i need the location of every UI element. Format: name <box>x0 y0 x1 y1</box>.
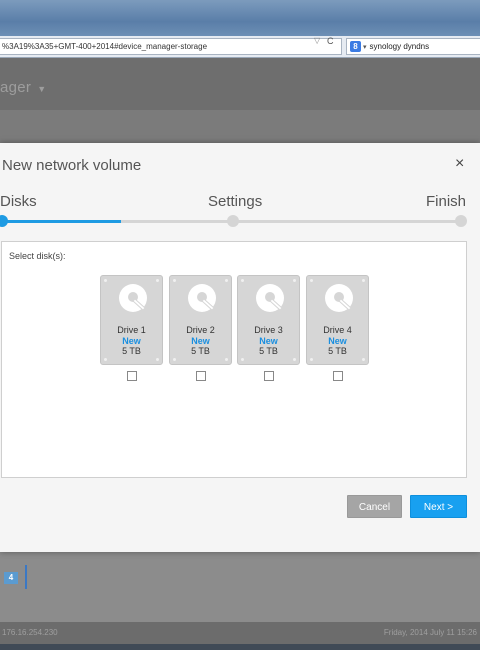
next-button[interactable]: Next > <box>410 495 467 518</box>
drive-2-checkbox[interactable] <box>196 371 206 381</box>
select-disks-label: Select disk(s): <box>9 251 66 261</box>
step-settings-label: Settings <box>208 193 263 210</box>
status-datetime: Friday, 2014 July 11 15:26 <box>383 628 477 637</box>
hard-disk-icon <box>188 284 216 312</box>
drive-tile[interactable]: Drive 4 New 5 TB <box>306 275 369 365</box>
search-engine-icon[interactable]: 8 <box>350 41 361 52</box>
app-content-lower <box>0 552 480 622</box>
drive-status: New <box>328 336 347 346</box>
new-volume-dialog: New network volume × Disks Settings Fini… <box>0 143 480 552</box>
drive-name: Drive 3 <box>254 325 283 335</box>
browser-title-bar <box>0 0 480 36</box>
step-disks-label: Disks <box>0 193 37 210</box>
disk-selection-panel: Select disk(s): Drive 1 New 5 TB Drive 2… <box>1 241 467 478</box>
dialog-title: New network volume <box>2 157 142 174</box>
drive-status: New <box>191 336 210 346</box>
url-dropdown-icon[interactable]: ▽ <box>314 36 320 45</box>
drive-tile[interactable]: Drive 1 New 5 TB <box>100 275 163 365</box>
cancel-button[interactable]: Cancel <box>347 495 402 518</box>
drive-name: Drive 1 <box>117 325 146 335</box>
browser-nav-bar: %3A19%3A35+GMT-400+2014#device_manager-s… <box>0 36 480 58</box>
drive-name: Drive 2 <box>186 325 215 335</box>
drive-name: Drive 4 <box>323 325 352 335</box>
step-finish-dot <box>455 215 467 227</box>
address-text: %3A19%3A35+GMT-400+2014#device_manager-s… <box>2 42 208 51</box>
drive-3-checkbox[interactable] <box>264 371 274 381</box>
app-header <box>0 58 480 110</box>
drive-tile[interactable]: Drive 2 New 5 TB <box>169 275 232 365</box>
step-finish-label: Finish <box>425 193 466 210</box>
step-disks-dot <box>0 215 8 227</box>
chevron-down-icon[interactable]: ▼ <box>37 84 46 94</box>
step-settings-dot <box>227 215 239 227</box>
drive-status: New <box>122 336 141 346</box>
drive-4-checkbox[interactable] <box>333 371 343 381</box>
hard-disk-icon <box>325 284 353 312</box>
count-badge: 4 <box>4 572 18 584</box>
hard-disk-icon <box>119 284 147 312</box>
app-title-text: ager <box>0 79 32 96</box>
reload-icon[interactable]: C <box>327 36 334 46</box>
selection-marker <box>25 565 27 589</box>
search-engine-dropdown-icon[interactable]: ▾ <box>363 44 367 51</box>
drive-size: 5 TB <box>122 346 141 356</box>
window-bottom-edge <box>0 644 480 650</box>
address-bar[interactable]: %3A19%3A35+GMT-400+2014#device_manager-s… <box>0 38 342 55</box>
drive-status: New <box>259 336 278 346</box>
close-icon[interactable]: × <box>455 155 464 173</box>
wizard-progress-fill <box>0 220 122 223</box>
hard-disk-icon <box>256 284 284 312</box>
status-ip: 176.16.254.230 <box>2 628 58 637</box>
search-box[interactable]: 8 ▾ synology dyndns <box>346 38 480 55</box>
drive-tile[interactable]: Drive 3 New 5 TB <box>237 275 300 365</box>
drive-size: 5 TB <box>191 346 210 356</box>
drive-1-checkbox[interactable] <box>127 371 137 381</box>
search-query: synology dyndns <box>369 42 430 51</box>
drive-size: 5 TB <box>259 346 278 356</box>
drive-size: 5 TB <box>328 346 347 356</box>
app-title: ager ▼ <box>0 79 46 96</box>
app-toolbar <box>0 110 480 143</box>
